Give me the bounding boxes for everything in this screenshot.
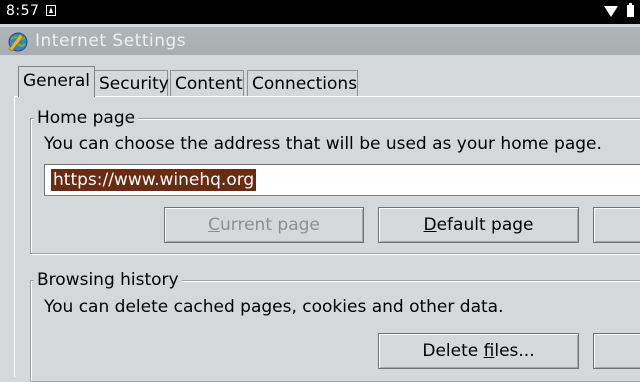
tab-security[interactable]: Security bbox=[94, 70, 169, 96]
android-status-bar: 8:57 bbox=[0, 0, 640, 24]
tab-connections[interactable]: Connections bbox=[247, 70, 358, 96]
notification-icon bbox=[46, 5, 56, 16]
browsing-history-group-title: Browsing history bbox=[34, 270, 182, 290]
delete-files-mnemonic: f bbox=[483, 341, 495, 361]
default-page-mnemonic: D bbox=[423, 215, 437, 235]
default-page-label: efault page bbox=[436, 215, 534, 235]
current-page-button[interactable]: Current page bbox=[164, 207, 364, 243]
delete-files-button[interactable]: Delete files... bbox=[378, 333, 579, 369]
tab-content-label: Content bbox=[175, 74, 243, 94]
home-page-url-value: https://www.winehq.org bbox=[51, 169, 257, 191]
internet-globe-icon[interactable] bbox=[6, 29, 30, 53]
home-page-url-input[interactable]: https://www.winehq.org bbox=[44, 164, 640, 196]
browsing-history-description: You can delete cached pages, cookies and… bbox=[44, 297, 504, 317]
delete-files-label-pre: Delete bbox=[422, 341, 484, 361]
tab-security-label: Security bbox=[99, 74, 169, 94]
tab-content[interactable]: Content bbox=[170, 70, 244, 96]
blank-page-button[interactable] bbox=[593, 207, 640, 243]
default-page-button[interactable]: Default page bbox=[378, 207, 579, 243]
window-titlebar[interactable]: Internet Settings bbox=[0, 27, 640, 55]
window-title: Internet Settings bbox=[35, 31, 187, 51]
battery-icon bbox=[627, 3, 634, 17]
tab-connections-label: Connections bbox=[252, 74, 358, 94]
wifi-icon bbox=[604, 6, 618, 17]
history-settings-button[interactable] bbox=[593, 333, 640, 369]
tab-general-label: General bbox=[23, 71, 90, 91]
delete-files-label-post: iles... bbox=[494, 341, 535, 361]
current-page-mnemonic: C bbox=[208, 215, 221, 235]
tab-general[interactable]: General bbox=[18, 66, 95, 97]
home-page-group-title: Home page bbox=[34, 108, 139, 128]
clock: 8:57 bbox=[6, 3, 40, 19]
current-page-label: urrent page bbox=[220, 215, 320, 235]
home-page-description: You can choose the address that will be … bbox=[44, 134, 602, 154]
